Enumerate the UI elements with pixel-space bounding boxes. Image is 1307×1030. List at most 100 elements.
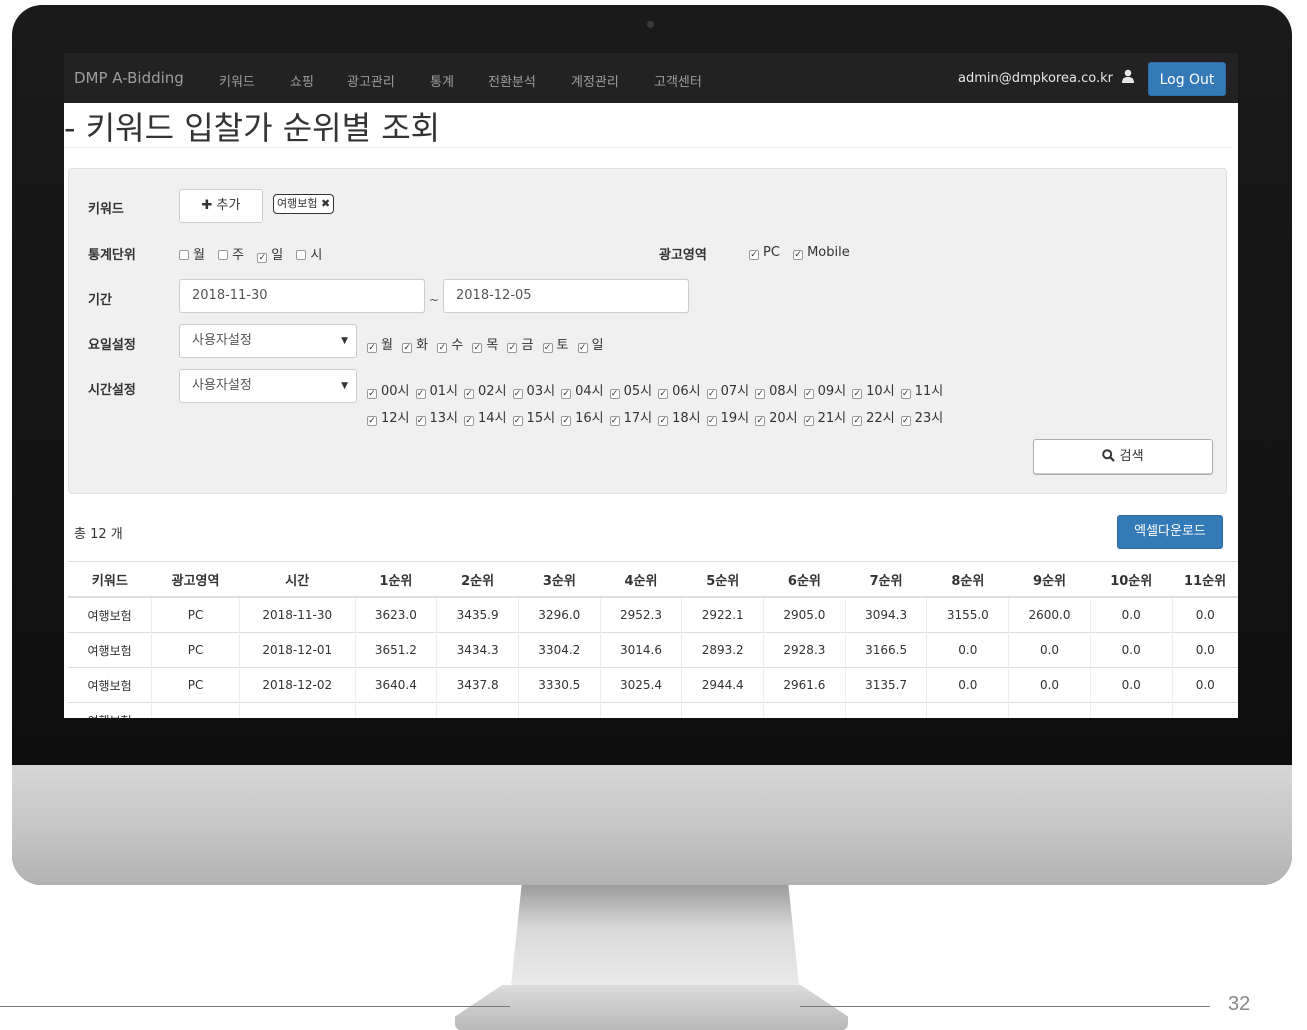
hour-checkbox[interactable]: ✓ 19시 bbox=[706, 411, 749, 426]
column-header[interactable]: 1순위 bbox=[355, 561, 437, 598]
nav-item-account[interactable]: 계정관리 bbox=[571, 71, 619, 90]
checkbox-checked[interactable]: ✓ bbox=[512, 389, 523, 399]
stat-unit-month[interactable]: 월 bbox=[179, 248, 205, 263]
checkbox-checked[interactable]: ✓ bbox=[472, 343, 483, 353]
excel-download-button[interactable]: 엑셀다운로드 bbox=[1117, 515, 1223, 549]
add-keyword-button[interactable]: ✚ 추가 bbox=[179, 189, 263, 223]
hour-checkbox[interactable]: ✓ 12시 bbox=[367, 411, 410, 426]
checkbox-checked[interactable]: ✓ bbox=[415, 389, 426, 399]
ad-area-mobile[interactable]: ✓ Mobile bbox=[793, 245, 850, 260]
checkbox-checked[interactable]: ✓ bbox=[542, 343, 553, 353]
hour-checkbox[interactable]: ✓ 07시 bbox=[706, 384, 749, 399]
hour-checkbox[interactable]: ✓ 05시 bbox=[609, 384, 652, 399]
hour-checkbox[interactable]: ✓ 20시 bbox=[755, 411, 798, 426]
hour-checkbox[interactable]: ✓ 18시 bbox=[658, 411, 701, 426]
checkbox-checked[interactable]: ✓ bbox=[658, 389, 669, 399]
hour-checkbox[interactable]: ✓ 16시 bbox=[561, 411, 604, 426]
checkbox-checked[interactable]: ✓ bbox=[755, 389, 766, 399]
keyword-tag[interactable]: 여행보험 ✖ bbox=[273, 194, 335, 214]
checkbox-checked[interactable]: ✓ bbox=[437, 343, 448, 353]
hour-checkbox[interactable]: ✓ 22시 bbox=[852, 411, 895, 426]
hour-checkbox[interactable]: ✓ 17시 bbox=[609, 411, 652, 426]
table-row[interactable]: 여행보험 PC 2018-12-02 3640.4 3437.8 3330.5 3025.4… bbox=[68, 667, 1238, 703]
hour-checkbox[interactable]: ✓ 14시 bbox=[464, 411, 507, 426]
hour-checkbox[interactable]: ✓ 21시 bbox=[803, 411, 846, 426]
checkbox-checked[interactable]: ✓ bbox=[367, 416, 377, 426]
checkbox-checked[interactable]: ✓ bbox=[464, 416, 475, 426]
weekday-sun[interactable]: ✓ 일 bbox=[577, 338, 604, 353]
column-header[interactable]: 7순위 bbox=[845, 561, 927, 598]
checkbox-checked[interactable]: ✓ bbox=[749, 250, 759, 260]
checkbox[interactable] bbox=[179, 250, 189, 260]
hour-checkbox[interactable]: ✓ 01시 bbox=[415, 384, 458, 399]
checkbox-checked[interactable]: ✓ bbox=[415, 416, 426, 426]
checkbox-checked[interactable]: ✓ bbox=[658, 416, 669, 426]
ad-area-pc[interactable]: ✓ PC bbox=[749, 245, 780, 260]
checkbox-checked[interactable]: ✓ bbox=[852, 389, 863, 399]
checkbox-checked[interactable]: ✓ bbox=[367, 389, 377, 399]
checkbox-checked[interactable]: ✓ bbox=[609, 389, 620, 399]
search-button[interactable]: 검색 bbox=[1033, 439, 1213, 475]
checkbox-checked[interactable]: ✓ bbox=[706, 416, 717, 426]
table-row[interactable]: 여행보험 bbox=[68, 702, 1238, 718]
column-header[interactable]: 3순위 bbox=[518, 561, 601, 598]
logout-button[interactable]: Log Out bbox=[1148, 62, 1226, 96]
column-header[interactable]: 시간 bbox=[239, 561, 356, 598]
weekday-mon[interactable]: ✓ 월 bbox=[367, 338, 393, 353]
hour-checkbox[interactable]: ✓ 11시 bbox=[900, 384, 943, 399]
checkbox[interactable] bbox=[218, 250, 229, 260]
table-row[interactable]: 여행보험 PC 2018-11-30 3623.0 3435.9 3296.0 2952.3… bbox=[68, 596, 1238, 633]
stat-unit-day[interactable]: ✓ 일 bbox=[257, 248, 283, 263]
column-header[interactable]: 광고영역 bbox=[151, 561, 240, 598]
column-header[interactable]: 9순위 bbox=[1008, 561, 1091, 598]
stat-unit-hour[interactable]: 시 bbox=[296, 248, 322, 263]
column-header[interactable]: 8순위 bbox=[926, 561, 1009, 598]
hour-checkbox[interactable]: ✓ 13시 bbox=[415, 411, 458, 426]
hour-checkbox[interactable]: ✓ 10시 bbox=[852, 384, 895, 399]
nav-item-shopping[interactable]: 쇼핑 bbox=[290, 71, 314, 90]
checkbox-checked[interactable]: ✓ bbox=[507, 343, 518, 353]
checkbox-checked[interactable]: ✓ bbox=[900, 389, 911, 399]
checkbox-checked[interactable]: ✓ bbox=[803, 416, 814, 426]
nav-item-statistics[interactable]: 통계 bbox=[430, 71, 454, 90]
hour-checkbox[interactable]: ✓ 06시 bbox=[658, 384, 701, 399]
checkbox-checked[interactable]: ✓ bbox=[852, 416, 863, 426]
column-header[interactable]: 2순위 bbox=[436, 561, 519, 598]
checkbox-checked[interactable]: ✓ bbox=[900, 416, 911, 426]
table-row[interactable]: 여행보험 PC 2018-12-01 3651.2 3434.3 3304.2 3014.6… bbox=[68, 632, 1238, 668]
nav-item-keyword[interactable]: 키워드 bbox=[219, 71, 255, 90]
checkbox-checked[interactable]: ✓ bbox=[464, 389, 475, 399]
nav-item-support[interactable]: 고객센터 bbox=[654, 71, 702, 90]
checkbox-checked[interactable]: ✓ bbox=[402, 343, 413, 353]
column-header[interactable]: 4순위 bbox=[600, 561, 682, 598]
column-header[interactable]: 5순위 bbox=[681, 561, 764, 598]
hour-checkbox[interactable]: ✓ 00시 bbox=[367, 384, 410, 399]
column-header[interactable]: 키워드 bbox=[68, 561, 152, 598]
weekday-select[interactable]: 사용자설정 ▼ bbox=[179, 324, 357, 358]
nav-item-ad-management[interactable]: 광고관리 bbox=[347, 71, 395, 90]
weekday-thu[interactable]: ✓ 목 bbox=[472, 338, 498, 353]
hour-checkbox[interactable]: ✓ 08시 bbox=[755, 384, 798, 399]
hour-checkbox[interactable]: ✓ 23시 bbox=[900, 411, 943, 426]
checkbox-checked[interactable]: ✓ bbox=[257, 253, 268, 263]
checkbox-checked[interactable]: ✓ bbox=[512, 416, 523, 426]
brand-link[interactable]: DMP A-Bidding bbox=[74, 69, 184, 87]
weekday-fri[interactable]: ✓ 금 bbox=[507, 338, 533, 353]
checkbox-checked[interactable]: ✓ bbox=[561, 389, 572, 399]
column-header[interactable]: 10순위 bbox=[1090, 561, 1173, 598]
hour-checkbox[interactable]: ✓ 02시 bbox=[464, 384, 507, 399]
checkbox-checked[interactable]: ✓ bbox=[793, 250, 804, 260]
time-select[interactable]: 사용자설정 ▼ bbox=[179, 369, 357, 403]
weekday-tue[interactable]: ✓ 화 bbox=[402, 338, 428, 353]
checkbox-checked[interactable]: ✓ bbox=[577, 343, 588, 353]
checkbox-checked[interactable]: ✓ bbox=[803, 389, 814, 399]
stat-unit-week[interactable]: 주 bbox=[218, 248, 244, 263]
hour-checkbox[interactable]: ✓ 03시 bbox=[512, 384, 555, 399]
column-header[interactable]: 11순위 bbox=[1172, 561, 1238, 598]
checkbox-checked[interactable]: ✓ bbox=[609, 416, 620, 426]
column-header[interactable]: 6순위 bbox=[763, 561, 846, 598]
user-email[interactable]: admin@dmpkorea.co.kr bbox=[958, 71, 1113, 86]
hour-checkbox[interactable]: ✓ 15시 bbox=[512, 411, 555, 426]
date-from-input[interactable]: 2018-11-30 bbox=[179, 279, 425, 313]
checkbox[interactable] bbox=[296, 250, 307, 260]
